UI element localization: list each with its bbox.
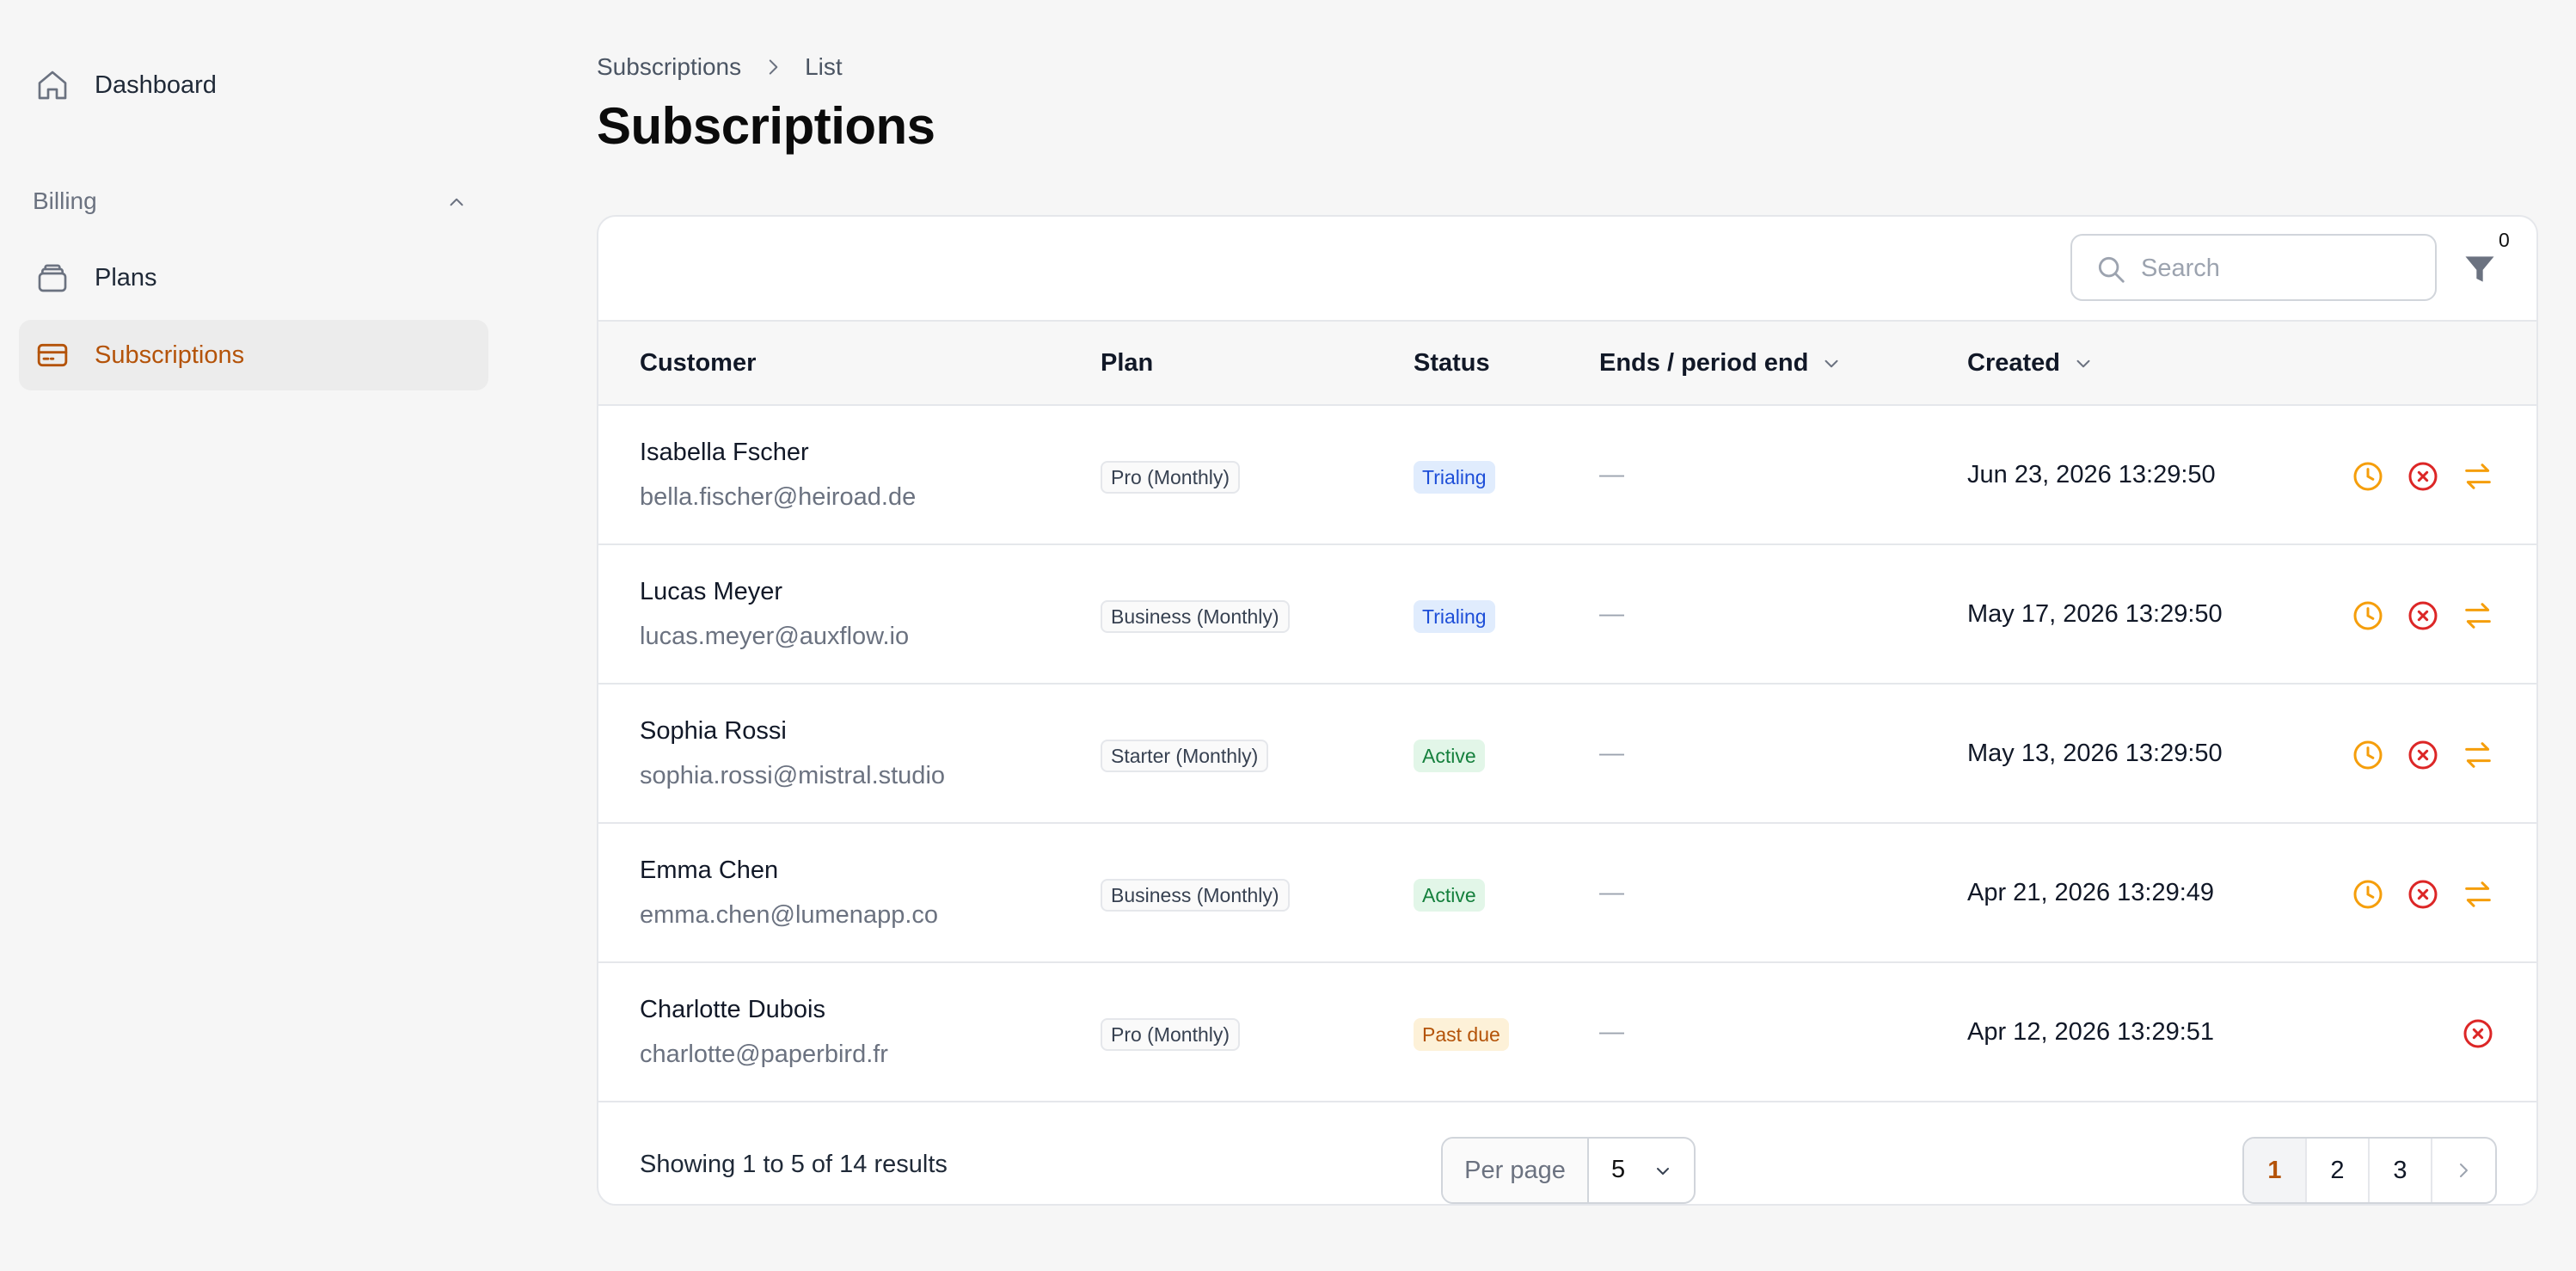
customer-name: Sophia Rossi [640, 717, 787, 745]
breadcrumb-current: List [805, 53, 843, 80]
clock-icon[interactable] [2351, 459, 2385, 494]
status-badge: Trialing [1414, 461, 1495, 494]
search-box [2070, 234, 2437, 301]
ends-value: — [1599, 461, 1624, 488]
breadcrumb-link-subscriptions[interactable]: Subscriptions [597, 53, 741, 81]
customer-email: lucas.meyer@auxflow.io [640, 623, 910, 650]
customer-email: sophia.rossi@mistral.studio [640, 762, 946, 789]
home-icon [38, 71, 67, 100]
chevron-down-icon [2076, 359, 2090, 367]
customer-name: Lucas Meyer [640, 578, 783, 605]
column-header-customer: Customer [640, 349, 757, 377]
ends-value: — [1599, 879, 1624, 906]
column-header-label: Created [1967, 349, 2060, 377]
created-value: May 17, 2026 13:29:50 [1967, 600, 2223, 628]
plan-badge: Business (Monthly) [1101, 879, 1290, 912]
sidebar-item-label: Dashboard [95, 71, 217, 99]
app: Dashboard Billing Plans Subscriptions Su… [0, 0, 2576, 1271]
pagination: 1 2 3 [2242, 1137, 2497, 1204]
breadcrumb: Subscriptions List [597, 53, 843, 81]
table-row: Lucas Meyer lucas.meyer@auxflow.io Busin… [598, 545, 2536, 685]
column-header-status: Status [1414, 349, 1490, 377]
cancel-circle-icon[interactable] [2406, 738, 2440, 772]
plan-badge: Business (Monthly) [1101, 600, 1290, 633]
plan-badge: Pro (Monthly) [1101, 1018, 1241, 1051]
customer-email: emma.chen@lumenapp.co [640, 901, 939, 929]
sidebar-item-subscriptions[interactable]: Subscriptions [19, 320, 488, 390]
table-header: Customer Plan Status Ends / period end C… [598, 320, 2536, 406]
sidebar-group-billing[interactable]: Billing [33, 187, 97, 215]
sidebar-item-label: Subscriptions [95, 341, 245, 369]
column-header-label: Ends / period end [1599, 349, 1809, 377]
page-button-3[interactable]: 3 [2370, 1139, 2432, 1202]
swap-arrows-icon[interactable] [2461, 877, 2495, 912]
sidebar-item-plans[interactable]: Plans [19, 243, 488, 313]
ends-value: — [1599, 1018, 1624, 1046]
per-page-value: 5 [1611, 1156, 1626, 1183]
page-button-1[interactable]: 1 [2244, 1139, 2307, 1202]
swap-arrows-icon[interactable] [2461, 599, 2495, 633]
status-badge: Active [1414, 740, 1485, 772]
customer-name: Emma Chen [640, 857, 779, 884]
credit-card-icon [37, 343, 68, 367]
sidebar-item-dashboard[interactable]: Dashboard [19, 50, 488, 120]
status-badge: Past due [1414, 1018, 1509, 1051]
swap-arrows-icon[interactable] [2461, 459, 2495, 494]
column-header-ends[interactable]: Ends / period end [1599, 349, 1843, 378]
ends-value: — [1599, 740, 1624, 767]
plan-badge: Pro (Monthly) [1101, 461, 1241, 494]
clock-icon[interactable] [2351, 877, 2385, 912]
table-row: Emma Chen emma.chen@lumenapp.co Business… [598, 824, 2536, 963]
created-value: May 13, 2026 13:29:50 [1967, 740, 2223, 767]
created-value: Apr 12, 2026 13:29:51 [1967, 1018, 2215, 1046]
created-value: Apr 21, 2026 13:29:49 [1967, 879, 2215, 906]
stack-icon [38, 264, 67, 292]
next-page-button[interactable] [2432, 1139, 2495, 1202]
page-title: Subscriptions [597, 97, 935, 155]
customer-name: Isabella Fscher [640, 439, 809, 466]
search-input[interactable] [2141, 248, 2416, 289]
customer-name: Charlotte Dubois [640, 996, 825, 1023]
cancel-circle-icon[interactable] [2406, 877, 2440, 912]
per-page-label: Per page [1443, 1139, 1589, 1202]
status-badge: Active [1414, 879, 1485, 912]
table-footer: Showing 1 to 5 of 14 results Per page 5 … [598, 1120, 2536, 1204]
created-value: Jun 23, 2026 13:29:50 [1967, 461, 2216, 488]
search-icon [2098, 256, 2125, 283]
cancel-circle-icon[interactable] [2461, 1016, 2495, 1051]
plan-badge: Starter (Monthly) [1101, 740, 1269, 772]
per-page-select[interactable]: Per page 5 [1441, 1137, 1696, 1204]
chevron-up-icon[interactable] [444, 191, 469, 213]
chevron-down-icon [1825, 359, 1838, 367]
chevron-down-icon [1657, 1168, 1669, 1175]
column-header-plan: Plan [1101, 349, 1154, 377]
sidebar: Dashboard Billing Plans Subscriptions [0, 0, 507, 1271]
clock-icon[interactable] [2351, 738, 2385, 772]
filter-icon[interactable] [2461, 249, 2499, 289]
table-row: Sophia Rossi sophia.rossi@mistral.studio… [598, 685, 2536, 824]
subscriptions-table-card: 0 Customer Plan Status Ends / period end… [597, 215, 2538, 1206]
results-summary: Showing 1 to 5 of 14 results [640, 1151, 948, 1178]
customer-email: bella.fischer@heiroad.de [640, 483, 917, 511]
cancel-circle-icon[interactable] [2406, 459, 2440, 494]
chevron-right-icon [769, 59, 778, 75]
page-button-2[interactable]: 2 [2307, 1139, 2370, 1202]
clock-icon[interactable] [2351, 599, 2385, 633]
ends-value: — [1599, 600, 1624, 628]
status-badge: Trialing [1414, 600, 1495, 633]
table-row: Isabella Fscher bella.fischer@heiroad.de… [598, 406, 2536, 545]
sidebar-item-label: Plans [95, 263, 157, 292]
customer-email: charlotte@paperbird.fr [640, 1041, 888, 1068]
cancel-circle-icon[interactable] [2406, 599, 2440, 633]
filter-count-badge: 0 [2499, 229, 2510, 251]
chevron-right-icon [2460, 1164, 2469, 1177]
table-toolbar: 0 [598, 217, 2536, 320]
column-header-created[interactable]: Created [1967, 349, 2095, 378]
table-row: Charlotte Dubois charlotte@paperbird.fr … [598, 963, 2536, 1102]
swap-arrows-icon[interactable] [2461, 738, 2495, 772]
